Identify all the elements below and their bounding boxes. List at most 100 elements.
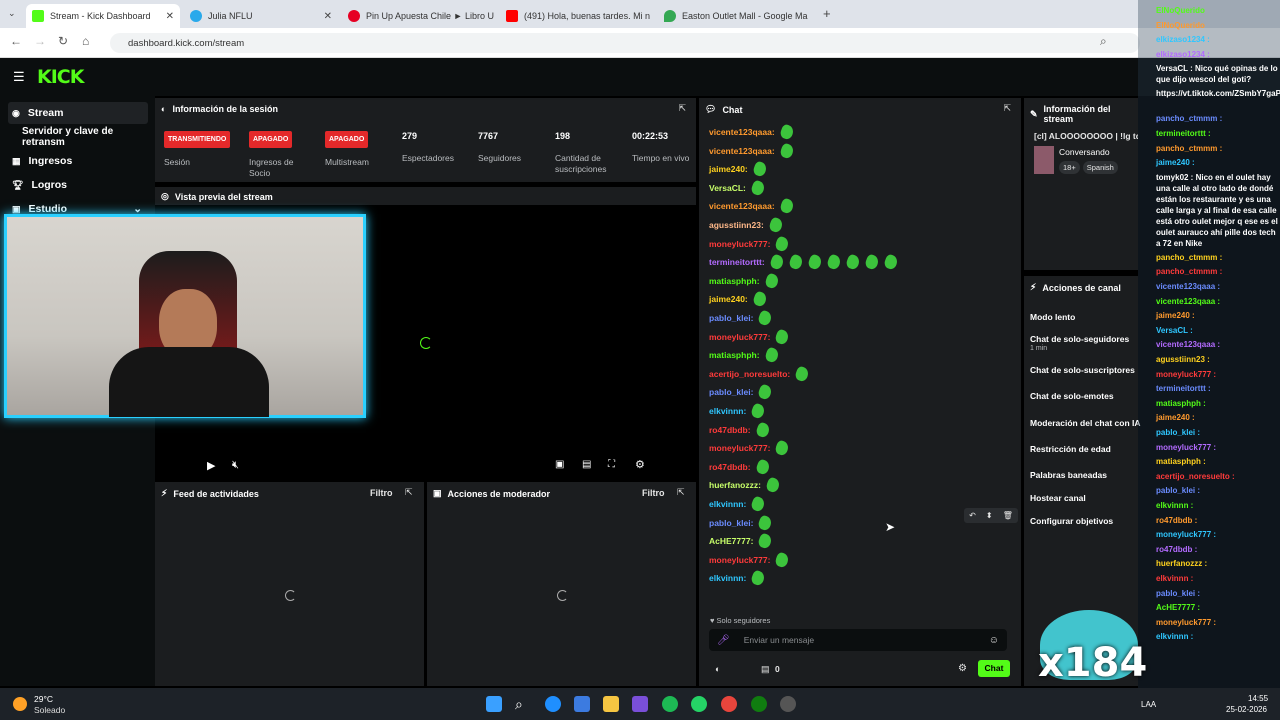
chat-username[interactable]: elkvinnn: <box>709 499 746 509</box>
steam-icon[interactable] <box>780 696 796 712</box>
home-icon[interactable]: ⌂ <box>82 34 89 48</box>
pin-icon[interactable]: ⬍ <box>986 511 993 520</box>
folder-icon[interactable] <box>603 696 619 712</box>
popout-icon[interactable]: ⇱ <box>405 487 413 498</box>
sun-icon[interactable] <box>13 697 27 711</box>
sidebar-item-server-key[interactable]: Servidor y clave de retransm <box>8 126 148 148</box>
browser-tab-0[interactable]: Stream - Kick Dashboard ✕ <box>26 4 180 28</box>
chat-message[interactable]: elkvinnn: <box>709 569 767 588</box>
chat-message[interactable]: pablo_klei: <box>709 513 774 532</box>
search-icon[interactable]: ⌕ <box>515 696 531 712</box>
language-indicator[interactable]: LAA <box>1141 700 1156 709</box>
edge-icon[interactable] <box>545 696 561 712</box>
action-emotes-only[interactable]: Chat de solo-emotes <box>1030 391 1114 401</box>
chat-username[interactable]: pablo_klei: <box>709 387 753 397</box>
mute-icon[interactable]: 🔇︎ <box>232 459 239 472</box>
popout-icon[interactable]: ⇱ <box>1003 103 1011 114</box>
sidebar-item-revenue[interactable]: ▦ Ingresos <box>8 150 148 172</box>
chat-message[interactable]: elkvinnn: <box>709 402 767 420</box>
popout-icon[interactable]: ⇱ <box>677 487 685 498</box>
chat-username[interactable]: ro47dbdb: <box>709 462 751 472</box>
action-age-restriction[interactable]: Restricción de edad <box>1030 444 1111 454</box>
chat-message[interactable]: vicente123qaaa: <box>709 197 795 216</box>
close-icon[interactable]: ✕ <box>324 11 332 22</box>
spotify-icon[interactable] <box>662 696 678 712</box>
chat-username[interactable]: VersaCL: <box>709 183 746 193</box>
chat-username[interactable]: jaime240: <box>709 164 748 174</box>
action-subscribers-only[interactable]: Chat de solo-suscriptores <box>1030 365 1135 375</box>
emoji-icon[interactable]: ☺ <box>989 635 999 646</box>
chat-username[interactable]: moneyluck777: <box>709 239 770 249</box>
clock-date[interactable]: 25-02-2026 <box>1226 705 1267 714</box>
chat-message[interactable]: jaime240: <box>709 290 768 309</box>
settings-icon[interactable]: ⚙ <box>635 458 645 471</box>
address-bar[interactable]: dashboard.kick.com/stream <box>110 33 1140 53</box>
menu-icon[interactable]: ☰ <box>13 69 25 85</box>
action-set-goals[interactable]: Configurar objetivos <box>1030 516 1113 526</box>
chat-message[interactable]: elkvinnn: <box>709 495 767 513</box>
chat-input[interactable]: 🎤︎ Enviar un mensaje ☺ <box>709 629 1007 651</box>
back-icon[interactable]: ← <box>10 34 22 48</box>
chat-message[interactable]: agusstiinn23: <box>709 216 784 234</box>
chat-message[interactable]: vicente123qaaa: <box>709 123 795 141</box>
chat-username[interactable]: moneyluck777: <box>709 443 770 453</box>
chat-message[interactable]: moneyluck777: <box>709 551 791 569</box>
reply-icon[interactable]: ↶ <box>969 511 976 520</box>
kick-logo[interactable]: KICK <box>37 66 84 88</box>
browser-tab-4[interactable]: Easton Outlet Mall - Google Ma ✕ <box>658 4 812 28</box>
chat-username[interactable]: elkvinnn: <box>709 573 746 583</box>
action-slow-mode[interactable]: Modo lento <box>1030 312 1075 322</box>
chat-username[interactable]: matiasphph: <box>709 350 760 360</box>
close-icon[interactable]: ✕ <box>166 11 174 22</box>
chat-username[interactable]: AcHE7777: <box>709 536 753 546</box>
play-icon[interactable]: ▶ <box>207 459 215 472</box>
forward-icon[interactable]: → <box>34 34 46 48</box>
chat-message[interactable]: ro47dbdb: <box>709 458 771 476</box>
chat-username[interactable]: pablo_klei: <box>709 313 753 323</box>
browser-tab-1[interactable]: Julia NFLU ✕ <box>184 4 338 28</box>
browser-tab-2[interactable]: Pin Up Apuesta Chile ► Libro U ✕ <box>342 4 496 28</box>
fullscreen-icon[interactable]: ⛶ <box>608 459 615 470</box>
gift-icon[interactable]: ▤ <box>761 664 770 675</box>
browser-tab-3[interactable]: (491) Hola, buenas tardes. Mi n ✕ <box>500 4 654 28</box>
chat-username[interactable]: jaime240: <box>709 294 748 304</box>
tag[interactable]: Spanish <box>1082 161 1118 174</box>
theater-icon[interactable]: ▣ <box>555 459 564 470</box>
action-banned-words[interactable]: Palabras baneadas <box>1030 470 1107 480</box>
chrome-icon[interactable] <box>721 696 737 712</box>
filter-button[interactable]: Filtro <box>370 488 393 498</box>
chat-message[interactable]: jaime240: <box>709 160 768 178</box>
chat-username[interactable]: acertijo_noresuelto: <box>709 369 790 379</box>
mic-icon[interactable]: 🎤︎ <box>717 635 730 646</box>
zoom-icon[interactable]: ⌕ <box>1100 34 1107 49</box>
sidebar-item-achievements[interactable]: 🏆︎ Logros <box>8 174 148 196</box>
sidebar-item-stream[interactable]: ◉ Stream <box>8 102 148 124</box>
xbox-icon[interactable] <box>751 696 767 712</box>
chat-message[interactable]: pablo_klei: <box>709 309 774 327</box>
chat-message[interactable]: matiasphph: <box>709 346 780 364</box>
start-icon[interactable] <box>486 696 502 712</box>
chat-username[interactable]: agusstiinn23: <box>709 220 764 230</box>
action-followers-only[interactable]: Chat de solo-seguidores <box>1030 334 1129 344</box>
action-host-channel[interactable]: Hostear canal <box>1030 493 1086 503</box>
chat-message[interactable]: huerfanozzz: <box>709 476 781 495</box>
chat-message[interactable]: acertijo_noresuelto: <box>709 365 811 383</box>
store-icon[interactable] <box>574 696 590 712</box>
tab-list-chevron-icon[interactable]: ⌄ <box>8 8 16 19</box>
chat-message[interactable]: vicente123qaaa: <box>709 141 795 160</box>
chat-message[interactable]: AcHE7777: <box>709 532 774 550</box>
chat-message[interactable]: VersaCL: <box>709 179 766 197</box>
clip-icon[interactable]: ▤ <box>582 459 591 470</box>
chat-message[interactable]: matiasphph: <box>709 272 780 290</box>
chat-message[interactable]: ro47dbdb: <box>709 420 771 439</box>
chat-message[interactable]: moneyluck777: <box>709 234 791 253</box>
delete-icon[interactable]: 🗑︎ <box>1003 511 1013 520</box>
chat-username[interactable]: elkvinnn: <box>709 406 746 416</box>
chat-username[interactable]: matiasphph: <box>709 276 760 286</box>
whatsapp-icon[interactable] <box>691 696 707 712</box>
chat-message[interactable]: moneyluck777: <box>709 327 791 346</box>
chat-username[interactable]: termineitorttt: <box>709 257 765 267</box>
chat-message[interactable]: termineitorttt: <box>709 253 899 271</box>
reload-icon[interactable]: ↻ <box>58 34 68 48</box>
chat-username[interactable]: ro47dbdb: <box>709 425 751 435</box>
